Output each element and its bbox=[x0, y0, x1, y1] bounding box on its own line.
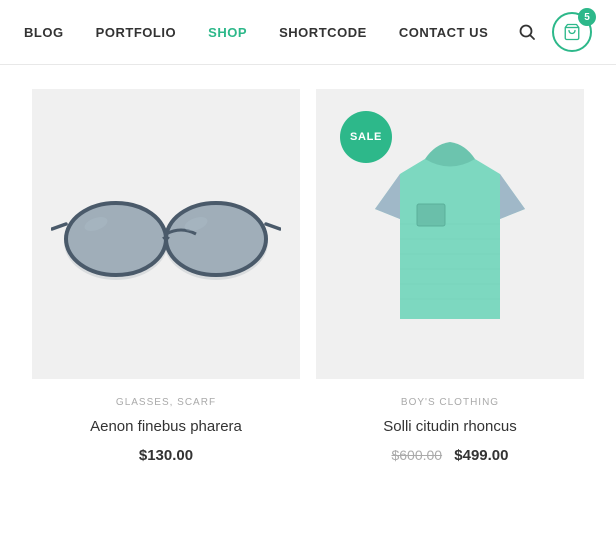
shirt-illustration bbox=[365, 124, 535, 344]
product-info-glasses: GLASSES, SCARF Aenon finebus pharera $13… bbox=[32, 379, 300, 484]
cart-icon bbox=[563, 23, 581, 41]
nav-portfolio[interactable]: PORTFOLIO bbox=[96, 25, 177, 40]
product-category: GLASSES, SCARF bbox=[48, 397, 284, 408]
product-info-shirt: BOY'S CLOTHING Solli citudin rhoncus $60… bbox=[316, 379, 584, 484]
sale-price: $499.00 bbox=[454, 447, 508, 464]
original-price: $600.00 bbox=[391, 447, 442, 463]
products-grid: GLASSES, SCARF Aenon finebus pharera $13… bbox=[0, 65, 616, 516]
product-price: $130.00 bbox=[48, 447, 284, 464]
product-category-shirt: BOY'S CLOTHING bbox=[332, 397, 568, 408]
sale-badge: SALE bbox=[340, 111, 392, 163]
product-image-glasses bbox=[32, 89, 300, 379]
nav-shop[interactable]: SHOP bbox=[208, 25, 247, 40]
product-card-glasses[interactable]: GLASSES, SCARF Aenon finebus pharera $13… bbox=[32, 89, 300, 484]
cart-button[interactable]: 5 bbox=[552, 12, 592, 52]
cart-badge: 5 bbox=[578, 8, 596, 26]
navbar: BLOG PORTFOLIO SHOP SHORTCODE CONTACT US… bbox=[0, 0, 616, 65]
product-price-shirt: $600.00 $499.00 bbox=[332, 447, 568, 464]
nav-shortcode[interactable]: SHORTCODE bbox=[279, 25, 367, 40]
product-name: Aenon finebus pharera bbox=[48, 416, 284, 437]
nav-right: 5 bbox=[518, 12, 592, 52]
search-button[interactable] bbox=[518, 23, 536, 41]
product-name-shirt: Solli citudin rhoncus bbox=[332, 416, 568, 437]
nav-links: BLOG PORTFOLIO SHOP SHORTCODE CONTACT US bbox=[24, 25, 488, 40]
product-image-shirt: SALE bbox=[316, 89, 584, 379]
search-icon bbox=[518, 23, 536, 41]
product-card-shirt[interactable]: SALE bbox=[316, 89, 584, 484]
glasses-illustration bbox=[51, 174, 281, 294]
nav-contact[interactable]: CONTACT US bbox=[399, 25, 488, 40]
nav-blog[interactable]: BLOG bbox=[24, 25, 64, 40]
